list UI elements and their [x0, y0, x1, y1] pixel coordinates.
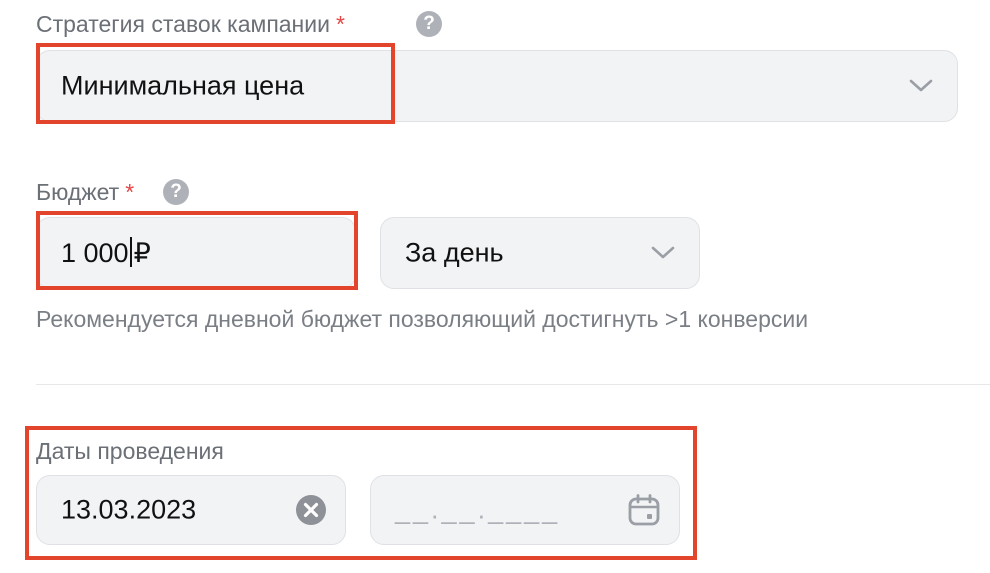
- strategy-select-value: Минимальная цена: [61, 70, 305, 101]
- strategy-label: Стратегия ставок кампании *: [36, 10, 345, 38]
- budget-label: Бюджет *: [36, 178, 134, 206]
- text-caret: [129, 237, 132, 267]
- section-divider: [36, 384, 990, 385]
- chevron-down-icon: [651, 246, 675, 259]
- budget-hint: Рекомендуется дневной бюджет позволяющий…: [36, 306, 809, 332]
- dates-label: Даты проведения: [36, 438, 224, 464]
- required-mark: *: [335, 11, 345, 37]
- budget-amount-text: 1 000: [61, 238, 129, 268]
- end-date-placeholder: __.__.____: [395, 494, 561, 525]
- currency-symbol: ₽: [133, 238, 151, 268]
- start-date-value: 13.03.2023: [61, 494, 197, 525]
- help-icon[interactable]: ?: [163, 179, 189, 205]
- strategy-label-text: Стратегия ставок кампании: [36, 11, 330, 37]
- budget-period-select[interactable]: За день: [380, 217, 700, 289]
- clear-icon[interactable]: [295, 494, 327, 526]
- start-date-input[interactable]: 13.03.2023: [36, 475, 346, 545]
- strategy-select[interactable]: Минимальная цена: [36, 50, 958, 122]
- chevron-down-icon: [909, 79, 933, 92]
- calendar-icon[interactable]: [627, 493, 661, 527]
- required-mark: *: [125, 179, 135, 205]
- budget-period-value: За день: [405, 237, 504, 268]
- budget-amount-value: 1 000 ₽: [61, 237, 151, 269]
- budget-amount-input[interactable]: 1 000 ₽: [36, 217, 356, 289]
- help-icon[interactable]: ?: [416, 11, 442, 37]
- budget-label-text: Бюджет: [36, 179, 120, 205]
- end-date-input[interactable]: __.__.____: [370, 475, 680, 545]
